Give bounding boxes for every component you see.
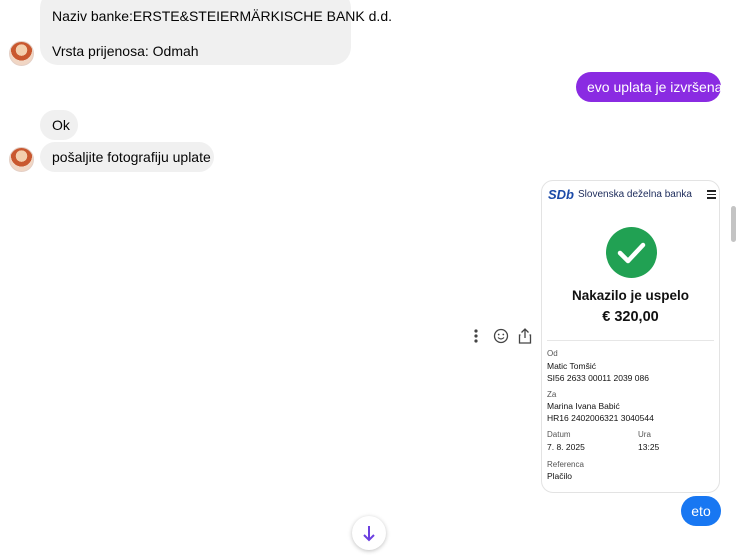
reference-label: Referenca xyxy=(547,460,584,469)
scroll-down-icon xyxy=(363,526,375,542)
success-circle xyxy=(606,227,657,278)
message-bank-details[interactable]: Naziv banke:ERSTE&STEIERMÄRKISCHE BANK d… xyxy=(40,0,392,65)
amount-text: € 320,00 xyxy=(602,309,659,325)
message-sent-confirmation[interactable]: evo uplata je izvršena xyxy=(576,72,723,102)
bank-name-line: Naziv banke:ERSTE&STEIERMÄRKISCHE BANK d… xyxy=(52,8,392,24)
message-text: Ok xyxy=(52,117,70,133)
scroll-down-button[interactable] xyxy=(352,516,386,550)
reference-value: Plačilo xyxy=(547,471,573,481)
from-name: Matic Tomšić xyxy=(547,361,596,371)
bank-logo: SDb xyxy=(548,187,574,202)
message-text: eto xyxy=(691,503,711,519)
date-value: 7. 8. 2025 xyxy=(547,442,585,452)
message-text: evo uplata je izvršena xyxy=(587,79,723,95)
bank-name: Slovenska deželna banka xyxy=(578,189,692,200)
message-eto[interactable]: eto xyxy=(681,496,721,526)
scrollbar[interactable] xyxy=(731,206,736,242)
message-ok[interactable]: Ok xyxy=(40,110,78,140)
contact-avatar[interactable] xyxy=(9,41,34,66)
to-label: Za xyxy=(547,390,557,399)
from-iban: SI56 2633 00011 2039 086 xyxy=(547,373,649,383)
hamburger-menu-icon xyxy=(707,190,716,199)
divider xyxy=(547,340,714,341)
status-text: Nakazilo je uspelo xyxy=(571,288,690,303)
transfer-type-line: Vrsta prijenosa: Odmah xyxy=(52,43,199,59)
contact-avatar[interactable] xyxy=(9,147,34,172)
payment-receipt-image[interactable]: SDb Slovenska deželna banka Nakazilo je … xyxy=(541,180,720,493)
time-value: 13:25 xyxy=(638,442,660,452)
emoji-reaction-icon[interactable] xyxy=(491,326,511,346)
time-label: Ura xyxy=(638,430,651,439)
date-label: Datum xyxy=(547,430,571,439)
to-name: Marina Ivana Babić xyxy=(547,401,620,411)
checkmark-icon xyxy=(617,242,646,264)
message-text: pošaljite fotografiju uplate xyxy=(52,149,211,165)
to-iban: HR16 2402006321 3040544 xyxy=(547,413,654,423)
message-request-photo[interactable]: pošaljite fotografiju uplate xyxy=(40,142,214,172)
from-label: Od xyxy=(547,349,558,358)
more-options-icon[interactable] xyxy=(466,326,486,346)
share-icon[interactable] xyxy=(515,326,535,346)
